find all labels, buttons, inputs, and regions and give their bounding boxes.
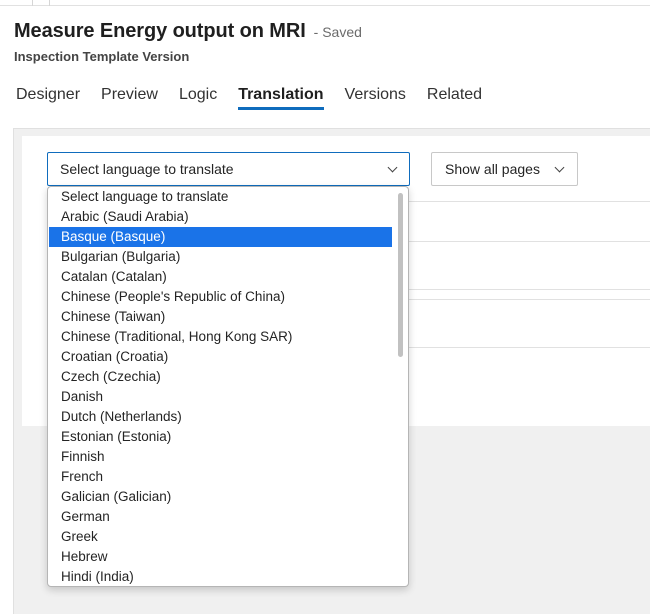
language-option[interactable]: Czech (Czechia)	[49, 367, 392, 387]
row-divider	[408, 241, 650, 242]
language-option[interactable]: Chinese (People's Republic of China)	[49, 287, 392, 307]
page-title: Measure Energy output on MRI	[14, 20, 306, 42]
top-strip-divider	[32, 0, 33, 6]
language-option[interactable]: Chinese (Traditional, Hong Kong SAR)	[49, 327, 392, 347]
dropdown-scrollbar[interactable]	[398, 193, 403, 357]
pages-filter-select[interactable]: Show all pages	[431, 152, 578, 186]
tab-translation[interactable]: Translation	[238, 86, 324, 110]
language-option[interactable]: Estonian (Estonia)	[49, 427, 392, 447]
tab-logic[interactable]: Logic	[179, 86, 217, 110]
language-option[interactable]: Basque (Basque)	[49, 227, 392, 247]
language-option[interactable]: Dutch (Netherlands)	[49, 407, 392, 427]
language-option[interactable]: Galician (Galician)	[49, 487, 392, 507]
page-header: Measure Energy output on MRI - Saved Ins…	[14, 20, 362, 64]
language-option[interactable]: Croatian (Croatia)	[49, 347, 392, 367]
language-option[interactable]: Finnish	[49, 447, 392, 467]
language-option[interactable]: Bulgarian (Bulgaria)	[49, 247, 392, 267]
entity-type-label: Inspection Template Version	[14, 49, 190, 64]
chevron-down-icon	[387, 162, 398, 173]
language-dropdown-list[interactable]: Select language to translate Arabic (Saud…	[47, 186, 409, 587]
tab-bar: Designer Preview Logic Translation Versions R…	[16, 86, 503, 110]
tab-designer[interactable]: Designer	[16, 86, 80, 110]
chevron-down-icon	[554, 162, 565, 173]
language-select[interactable]: Select language to translate	[47, 152, 410, 186]
language-option[interactable]: German	[49, 507, 392, 527]
row-divider	[408, 347, 650, 348]
tab-related[interactable]: Related	[427, 86, 482, 110]
language-option[interactable]: Hindi (India)	[49, 567, 392, 586]
row-divider	[408, 201, 650, 202]
top-strip-divider	[49, 0, 50, 6]
saved-status: - Saved	[313, 24, 362, 40]
language-option[interactable]: Catalan (Catalan)	[49, 267, 392, 287]
language-option[interactable]: Select language to translate	[49, 187, 392, 207]
language-select-value: Select language to translate	[60, 161, 234, 177]
top-strip	[0, 0, 650, 6]
tab-preview[interactable]: Preview	[101, 86, 158, 110]
language-option[interactable]: Chinese (Taiwan)	[49, 307, 392, 327]
language-option[interactable]: Greek	[49, 527, 392, 547]
pages-filter-value: Show all pages	[445, 161, 540, 177]
language-option[interactable]: Hebrew	[49, 547, 392, 567]
language-option[interactable]: French	[49, 467, 392, 487]
language-option[interactable]: Arabic (Saudi Arabia)	[49, 207, 392, 227]
title-row: Measure Energy output on MRI - Saved	[14, 20, 362, 43]
row-divider	[408, 299, 650, 300]
row-divider	[408, 289, 650, 290]
language-option[interactable]: Danish	[49, 387, 392, 407]
tab-versions[interactable]: Versions	[345, 86, 406, 110]
